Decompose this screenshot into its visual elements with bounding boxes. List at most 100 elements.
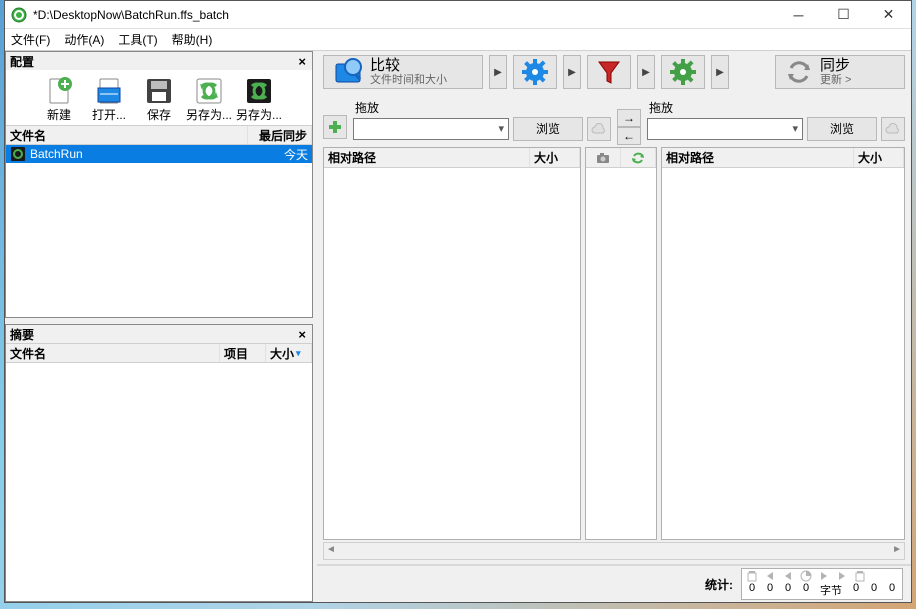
menu-actions[interactable]: 动作(A) [64, 31, 104, 48]
summary-body [6, 363, 312, 601]
right-col-size[interactable]: 大小 [854, 148, 904, 167]
settings-compare-dropdown[interactable]: ▶ [563, 55, 581, 89]
stat-n5: 0 [850, 582, 862, 598]
config-col-name[interactable]: 文件名 [6, 126, 248, 144]
middle-grid [585, 147, 657, 540]
config-row-batchrun[interactable]: BatchRun 今天 [6, 145, 312, 163]
left-cloud-button[interactable] [587, 117, 611, 141]
right-path-input[interactable] [647, 118, 803, 140]
stats-box: 0 0 0 0 字节 0 0 0 [741, 568, 903, 600]
arrow-left2-icon [782, 570, 794, 582]
sync-icon [786, 59, 812, 85]
settings-compare-button[interactable] [513, 55, 557, 89]
swap-right-button[interactable]: → [617, 109, 641, 127]
horizontal-scrollbar[interactable] [323, 542, 905, 560]
summary-grid-header: 文件名 项目 大小▾ [6, 343, 312, 363]
save-label: 保存 [147, 106, 171, 123]
config-row-sync: 今天 [284, 146, 308, 163]
config-list: BatchRun 今天 [6, 145, 312, 317]
sync-sublabel: 更新 > [820, 74, 851, 86]
window-buttons: ─ ☐ ✕ [776, 1, 911, 29]
left-column: 配置 × 新建 打开... [5, 51, 317, 602]
trash-right-icon [854, 570, 866, 582]
swap-left-button[interactable]: ← [617, 127, 641, 145]
mid-col-category[interactable] [586, 148, 621, 167]
right-drop-label: 拖放 [647, 98, 905, 117]
summary-panel: 摘要 × 文件名 项目 大小▾ [5, 324, 313, 602]
new-label: 新建 [47, 106, 71, 123]
config-title: 配置 [10, 53, 34, 70]
close-button[interactable]: ✕ [866, 1, 911, 29]
stat-n2: 0 [764, 582, 776, 598]
compare-sublabel: 文件时间和大小 [370, 74, 447, 86]
save-as-button[interactable]: 另存为... [236, 74, 282, 123]
maximize-button[interactable]: ☐ [821, 1, 866, 29]
right-col-relpath[interactable]: 相对路径 [662, 148, 854, 167]
arrow-left-icon [764, 570, 776, 582]
menubar: 文件(F) 动作(A) 工具(T) 帮助(H) [5, 29, 911, 51]
config-panel: 配置 × 新建 打开... [5, 51, 313, 318]
right-cloud-button[interactable] [881, 117, 905, 141]
open-button[interactable]: 打开... [86, 74, 132, 123]
menu-help[interactable]: 帮助(H) [172, 31, 213, 48]
settings-sync-button[interactable] [661, 55, 705, 89]
right-browse-button[interactable]: 浏览 [807, 117, 877, 141]
summary-col-name[interactable]: 文件名 [6, 344, 220, 362]
arrow-right2-icon [836, 570, 848, 582]
compare-dropdown-button[interactable]: ▶ [489, 55, 507, 89]
save-batch-icon [194, 76, 224, 106]
sync-button[interactable]: 同步 更新 > [775, 55, 905, 89]
gear-blue-icon [522, 59, 548, 85]
camera-icon [596, 152, 610, 164]
body-split: 配置 × 新建 打开... [5, 51, 911, 602]
menu-tools[interactable]: 工具(T) [118, 31, 157, 48]
middle-grid-body[interactable] [586, 168, 656, 539]
new-button[interactable]: 新建 [36, 74, 82, 123]
left-col-relpath[interactable]: 相对路径 [324, 148, 530, 167]
save-batch-button[interactable]: 另存为... [186, 74, 232, 123]
config-panel-header: 配置 × [6, 52, 312, 70]
stat-n4: 0 [800, 582, 812, 598]
save-button[interactable]: 保存 [136, 74, 182, 123]
filter-button[interactable] [587, 55, 631, 89]
open-icon [94, 76, 124, 106]
main-toolbar: 比较 文件时间和大小 ▶ ▶ ▶ [317, 51, 911, 93]
compare-button[interactable]: 比较 文件时间和大小 [323, 55, 483, 89]
stat-n6: 0 [868, 582, 880, 598]
stat-n7: 0 [886, 582, 898, 598]
left-browse-button[interactable]: 浏览 [513, 117, 583, 141]
stat-n3: 0 [782, 582, 794, 598]
batch-icon [10, 146, 26, 162]
settings-sync-dropdown[interactable]: ▶ [711, 55, 729, 89]
left-col-size[interactable]: 大小 [530, 148, 580, 167]
pie-icon [800, 570, 812, 582]
stats-label: 统计: [705, 576, 733, 593]
summary-close-icon[interactable]: × [294, 327, 310, 342]
config-col-sync[interactable]: 最后同步 [248, 126, 312, 144]
config-close-icon[interactable]: × [294, 54, 310, 69]
mid-col-action[interactable] [621, 148, 656, 167]
left-path-input[interactable] [353, 118, 509, 140]
app-window: *D:\DesktopNow\BatchRun.ffs_batch ─ ☐ ✕ … [4, 0, 912, 603]
arrow-right-icon [818, 570, 830, 582]
stats-icons [744, 570, 900, 582]
left-path-block: 拖放 浏览 [353, 98, 611, 141]
open-label: 打开... [92, 106, 126, 123]
refresh-icon [631, 151, 645, 165]
summary-col-size[interactable]: 大小▾ [266, 344, 312, 362]
window-title: *D:\DesktopNow\BatchRun.ffs_batch [33, 8, 776, 22]
menu-file[interactable]: 文件(F) [11, 31, 50, 48]
trash-left-icon [746, 570, 758, 582]
add-pair-button[interactable] [323, 115, 347, 139]
minimize-button[interactable]: ─ [776, 1, 821, 29]
right-column: 比较 文件时间和大小 ▶ ▶ ▶ [317, 51, 911, 602]
save-as-label: 另存为... [236, 106, 282, 123]
filter-dropdown[interactable]: ▶ [637, 55, 655, 89]
titlebar: *D:\DesktopNow\BatchRun.ffs_batch ─ ☐ ✕ [5, 1, 911, 29]
right-grid-body[interactable] [662, 168, 904, 539]
new-icon [44, 76, 74, 106]
sort-indicator-icon: ▾ [296, 348, 301, 359]
compare-label: 比较 [370, 58, 447, 75]
left-grid-body[interactable] [324, 168, 580, 539]
summary-col-items[interactable]: 项目 [220, 344, 266, 362]
